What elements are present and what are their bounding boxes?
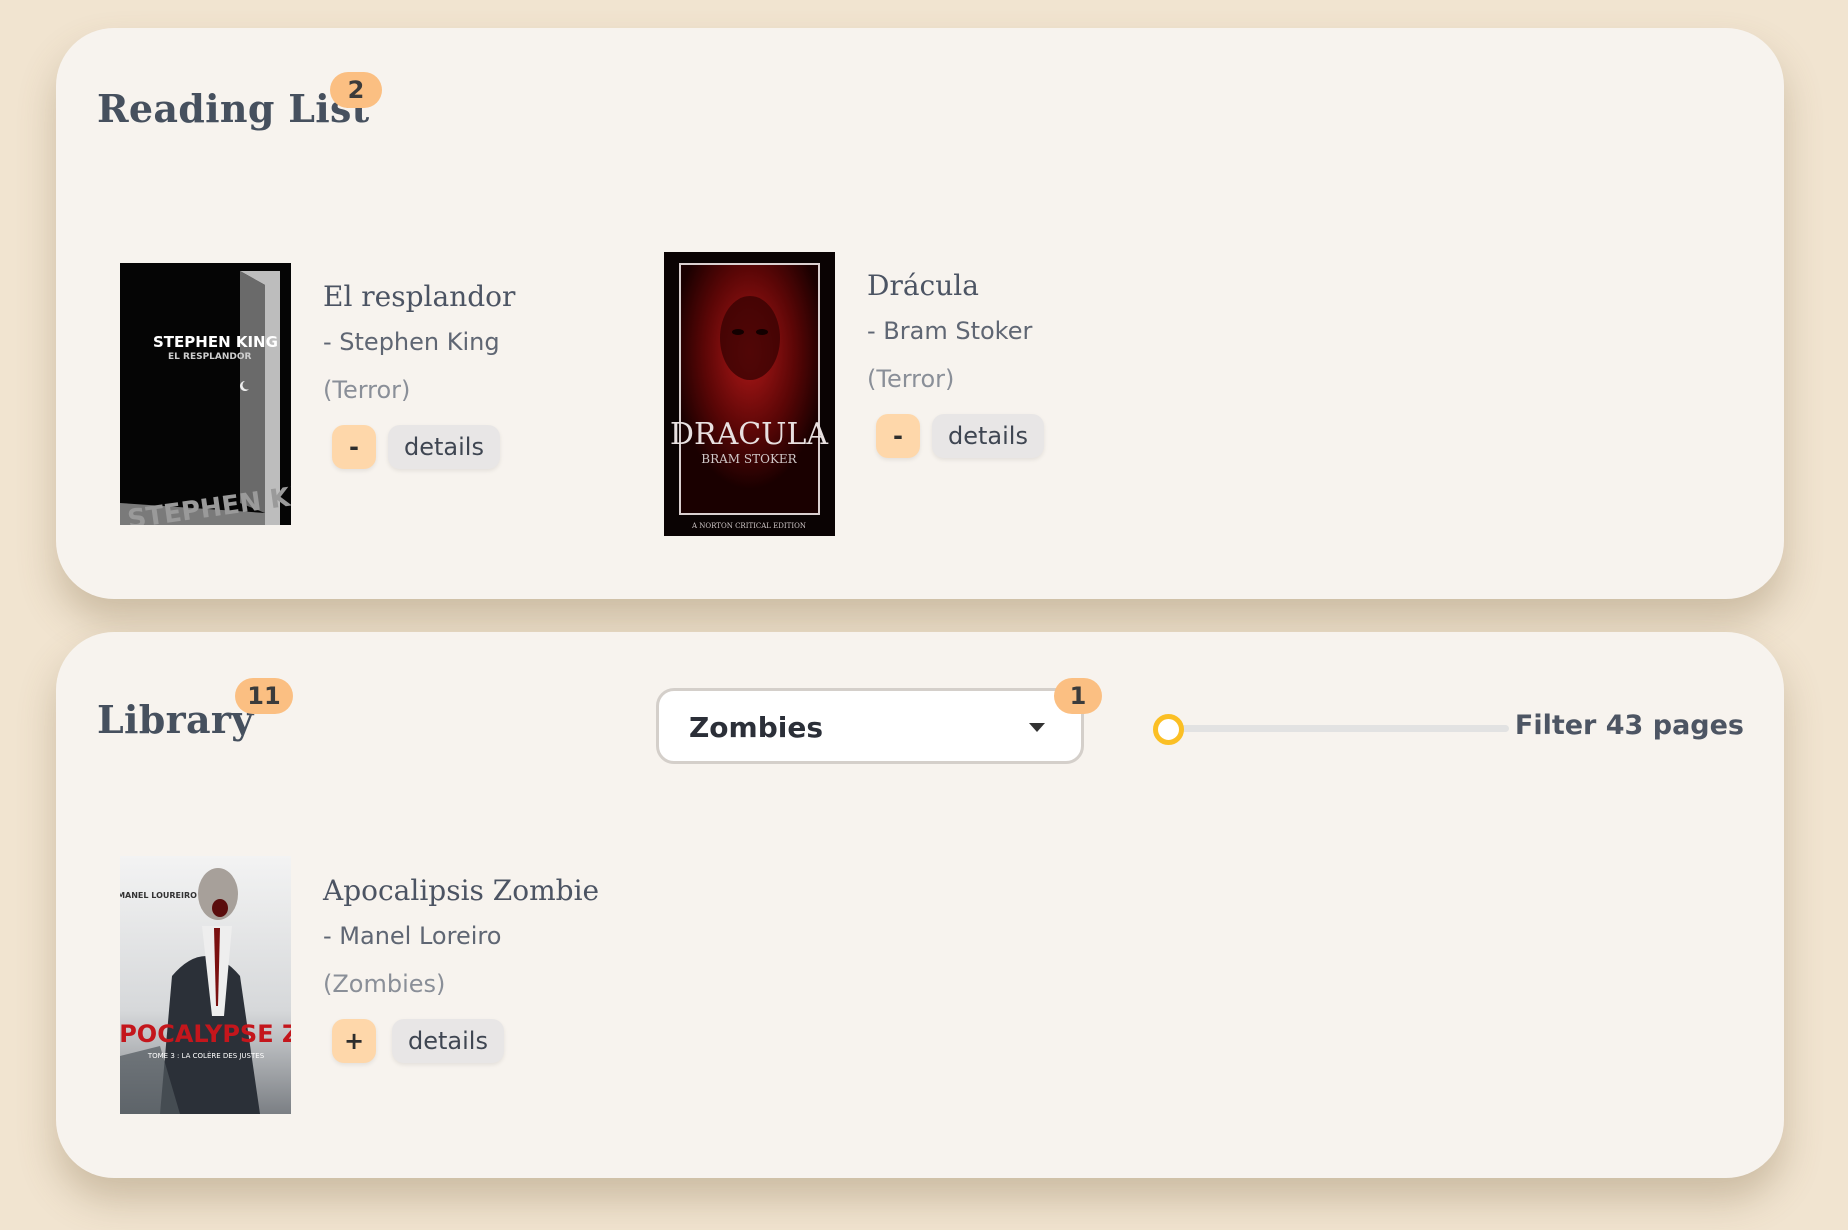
cover-author-text: MANEL LOUREIRO (120, 891, 197, 900)
book-title: El resplandor (323, 280, 516, 313)
book-genre: (Terror) (867, 365, 955, 393)
genre-filter-select[interactable]: Zombies (656, 688, 1084, 764)
cover-author-text: BRAM STOKER (701, 452, 797, 466)
book-cover-image: DRACULA BRAM STOKER A NORTON CRITICAL ED… (664, 252, 835, 536)
cover-title-text: DRACULA (670, 417, 828, 452)
details-button[interactable]: details (388, 425, 500, 469)
library-count-badge: 11 (235, 678, 293, 714)
book-title: Drácula (867, 269, 979, 302)
pages-slider-track[interactable] (1163, 725, 1509, 732)
book-genre: (Terror) (323, 376, 411, 404)
remove-from-reading-list-button[interactable]: - (332, 425, 376, 469)
cover-author-text: STEPHEN KING (153, 333, 278, 351)
book-author: - Bram Stoker (867, 317, 1033, 345)
library-panel: Library 11 Zombies 1 Filter 43 pages MAN… (56, 632, 1784, 1178)
add-to-reading-list-button[interactable]: + (332, 1019, 376, 1063)
book-cover-image: STEPHEN KING EL RESPLANDOR STEPHEN KING (120, 263, 291, 525)
book-author: - Manel Loreiro (323, 922, 502, 950)
genre-filter-value: Zombies (689, 711, 824, 744)
book-cover-image: MANEL LOUREIRO APOCALYPSE Z TOME 3 : LA … (120, 856, 291, 1114)
cover-title-text: APOCALYPSE Z (120, 1020, 291, 1048)
book-genre: (Zombies) (323, 970, 446, 998)
pages-filter-label: Filter 43 pages (1514, 710, 1744, 741)
pages-slider-thumb[interactable] (1153, 714, 1184, 745)
cover-title-text: EL RESPLANDOR (168, 352, 252, 362)
chevron-down-icon (1029, 723, 1045, 732)
reading-list-panel: Reading List 2 STEPHEN KING EL RESPLANDO… (56, 28, 1784, 599)
reading-list-title: Reading List (97, 86, 370, 131)
details-button[interactable]: details (392, 1019, 504, 1063)
genre-filter-count-badge: 1 (1054, 678, 1102, 714)
book-author: - Stephen King (323, 328, 500, 356)
cover-subtitle-text: TOME 3 : LA COLÈRE DES JUSTES (147, 1051, 265, 1060)
reading-list-count-badge: 2 (330, 72, 382, 108)
details-button[interactable]: details (932, 414, 1044, 458)
book-title: Apocalipsis Zombie (323, 874, 600, 907)
cover-edition-text: A NORTON CRITICAL EDITION (691, 522, 806, 530)
library-title: Library (97, 697, 254, 742)
remove-from-reading-list-button[interactable]: - (876, 414, 920, 458)
